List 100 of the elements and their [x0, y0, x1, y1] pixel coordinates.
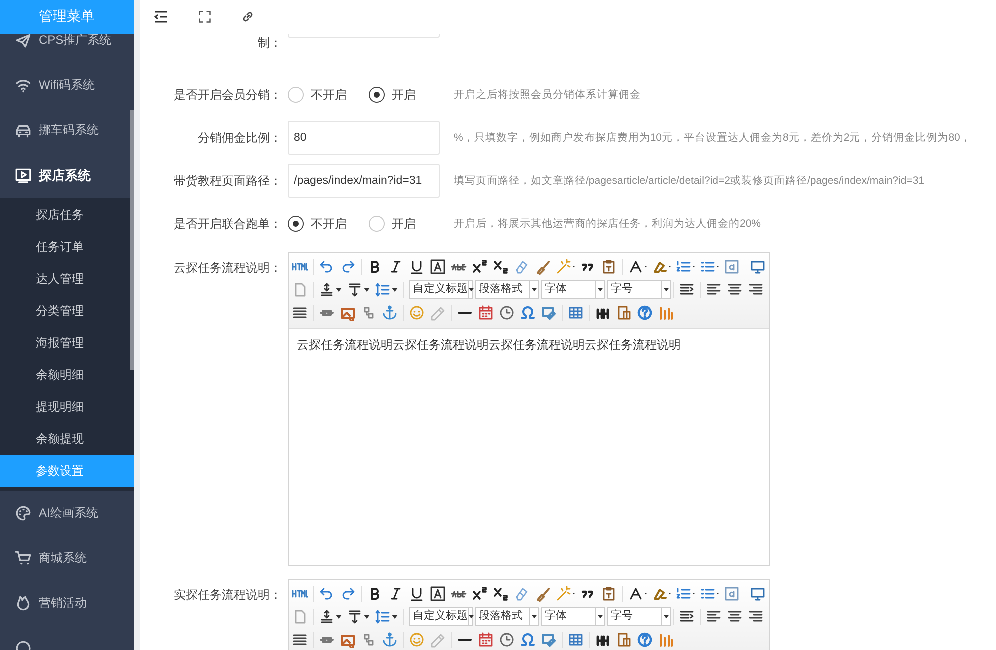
- radio-label[interactable]: 不开启: [311, 86, 347, 104]
- caret-icon[interactable]: [364, 288, 370, 292]
- subscript-icon[interactable]: [493, 586, 509, 602]
- toolbar-dropdown[interactable]: 字号: [607, 607, 671, 626]
- align-left-icon[interactable]: [706, 282, 722, 298]
- undo-icon[interactable]: [319, 586, 335, 602]
- boxed-letter-icon[interactable]: [430, 258, 446, 274]
- brush-icon[interactable]: [535, 586, 551, 602]
- radio-label[interactable]: 不开启: [311, 216, 347, 232]
- line-spacing-icon[interactable]: [319, 282, 335, 298]
- submenu-item[interactable]: 海报管理: [0, 327, 134, 359]
- brush-icon[interactable]: [535, 258, 551, 274]
- table-icon[interactable]: [568, 632, 584, 648]
- submenu-item[interactable]: 任务订单: [0, 231, 134, 263]
- rich-text-editor[interactable]: 自定义标题 段落格式 字体 字号 云探任务流程说明云探任务流程说明云探任务流程说明云探任务流程说明: [288, 252, 770, 566]
- calendar-icon[interactable]: [478, 632, 494, 648]
- boxed-letter-icon[interactable]: [430, 586, 446, 602]
- radio-label[interactable]: 开启: [392, 86, 416, 104]
- line-spacing-icon[interactable]: [319, 608, 335, 624]
- numbered-list-icon[interactable]: [676, 258, 692, 274]
- toolbar-dropdown[interactable]: 段落格式: [475, 607, 539, 626]
- monitor-icon[interactable]: [750, 258, 766, 274]
- rich-text-editor[interactable]: 自定义标题 段落格式 字体 字号: [288, 579, 770, 650]
- caret-icon[interactable]: [392, 288, 398, 292]
- row-spacing-icon[interactable]: [375, 282, 391, 298]
- text-box-icon[interactable]: [724, 586, 740, 602]
- sidebar-item[interactable]: 商城系统: [0, 536, 134, 581]
- caret-icon[interactable]: [336, 288, 342, 292]
- link-icon[interactable]: [241, 10, 255, 24]
- anchor-icon[interactable]: [382, 632, 398, 648]
- justify-icon[interactable]: [292, 304, 308, 320]
- monitor-icon[interactable]: [750, 586, 766, 602]
- align-right-icon[interactable]: [748, 282, 764, 298]
- help-icon[interactable]: [637, 632, 653, 648]
- sidebar-item[interactable]: AI绘画系统: [0, 491, 134, 536]
- anchor-icon[interactable]: [382, 304, 398, 320]
- row-spacing-icon[interactable]: [375, 608, 391, 624]
- subscript-icon[interactable]: [493, 258, 509, 274]
- fullscreen-icon[interactable]: [198, 10, 212, 24]
- submenu-item[interactable]: 提现明细: [0, 391, 134, 423]
- indent-icon[interactable]: [679, 282, 695, 298]
- edit-image-icon[interactable]: [541, 304, 557, 320]
- chart-icon[interactable]: [658, 304, 674, 320]
- clipboard-icon[interactable]: [616, 632, 632, 648]
- table-icon[interactable]: [568, 304, 584, 320]
- toolbar-dropdown[interactable]: 自定义标题: [409, 607, 473, 626]
- calendar-icon[interactable]: [478, 304, 494, 320]
- numbered-list-icon[interactable]: [676, 586, 692, 602]
- justify-icon[interactable]: [292, 632, 308, 648]
- sidebar-item[interactable]: 营销活动: [0, 581, 134, 626]
- sidebar-item[interactable]: 挪车码系统: [0, 108, 134, 153]
- paragraph-spacing-icon[interactable]: [347, 608, 363, 624]
- toolbar-dropdown[interactable]: 字体: [541, 280, 605, 299]
- submenu-item[interactable]: 余额明细: [0, 359, 134, 391]
- submenu-item[interactable]: 余额提现: [0, 423, 134, 455]
- clock-icon[interactable]: [499, 304, 515, 320]
- submenu-item[interactable]: 探店任务: [0, 199, 134, 231]
- toolbar-dropdown[interactable]: 自定义标题: [409, 280, 473, 299]
- omega-icon[interactable]: [520, 304, 536, 320]
- sidebar-item[interactable]: Wifi码系统: [0, 63, 134, 108]
- toolbar-dropdown[interactable]: 字号: [607, 280, 671, 299]
- font-color-icon[interactable]: [628, 258, 644, 274]
- sidebar-item[interactable]: CPS推广系统: [0, 34, 134, 63]
- underline-icon[interactable]: [409, 258, 425, 274]
- collapse-menu-icon[interactable]: [153, 9, 169, 25]
- clipboard-icon[interactable]: [616, 304, 632, 320]
- text-box-icon[interactable]: [724, 258, 740, 274]
- align-left-icon[interactable]: [706, 608, 722, 624]
- clock-icon[interactable]: [499, 632, 515, 648]
- underline-icon[interactable]: [409, 586, 425, 602]
- omega-icon[interactable]: [520, 632, 536, 648]
- paste-icon[interactable]: [601, 258, 617, 274]
- paste-icon[interactable]: [601, 586, 617, 602]
- caret-icon[interactable]: [392, 614, 398, 618]
- toolbar-dropdown[interactable]: 段落格式: [475, 280, 539, 299]
- caret-icon[interactable]: [336, 614, 342, 618]
- font-color-icon[interactable]: [628, 586, 644, 602]
- chart-icon[interactable]: [658, 632, 674, 648]
- paragraph-spacing-icon[interactable]: [347, 282, 363, 298]
- redo-icon[interactable]: [340, 586, 356, 602]
- radio-label[interactable]: 开启: [392, 216, 416, 232]
- caret-icon[interactable]: [364, 614, 370, 618]
- align-center-icon[interactable]: [727, 608, 743, 624]
- superscript-icon[interactable]: [472, 258, 488, 274]
- align-center-icon[interactable]: [727, 282, 743, 298]
- toolbar-dropdown[interactable]: 字体: [541, 607, 605, 626]
- edit-image-icon[interactable]: [541, 632, 557, 648]
- sidebar-item[interactable]: 探店系统: [0, 153, 134, 198]
- redo-icon[interactable]: [340, 258, 356, 274]
- submenu-item[interactable]: 达人管理: [0, 263, 134, 295]
- align-right-icon[interactable]: [748, 608, 764, 624]
- radio-button[interactable]: [288, 216, 304, 232]
- undo-icon[interactable]: [319, 258, 335, 274]
- text-field[interactable]: /pages/index/main?id=31: [288, 164, 440, 198]
- scrollbar-thumb[interactable]: [130, 110, 134, 370]
- indent-icon[interactable]: [679, 608, 695, 624]
- radio-button[interactable]: [369, 87, 385, 103]
- submenu-item[interactable]: 分类管理: [0, 295, 134, 327]
- superscript-icon[interactable]: [472, 586, 488, 602]
- help-icon[interactable]: [637, 304, 653, 320]
